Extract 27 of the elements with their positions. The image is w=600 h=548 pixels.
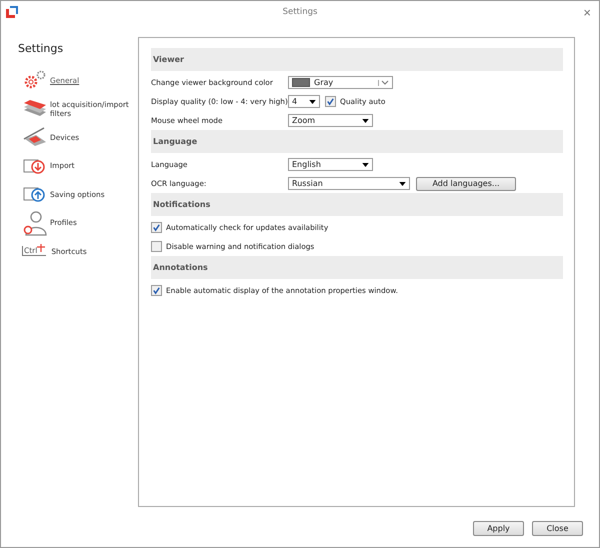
add-languages-button[interactable]: Add languages... — [416, 176, 516, 190]
scanner-icon — [22, 126, 48, 148]
checkbox[interactable] — [151, 222, 162, 233]
section-header: Notifications — [151, 193, 563, 216]
chevron-down-icon — [378, 80, 389, 86]
user-icon — [22, 210, 48, 236]
close-button[interactable]: × — [583, 6, 591, 18]
dropdown[interactable]: Russian — [288, 177, 410, 190]
dropdown[interactable]: Gray — [288, 76, 393, 89]
app-logo-icon — [5, 5, 19, 19]
section-header: Viewer — [151, 48, 563, 71]
dropdown[interactable]: 4 — [288, 95, 320, 108]
apply-button[interactable]: Apply — [473, 520, 524, 536]
dropdown[interactable]: English — [288, 158, 373, 171]
dropdown[interactable]: Zoom — [288, 114, 373, 127]
checkbox[interactable] — [325, 96, 336, 107]
caret-icon — [362, 162, 369, 166]
window-title: Settings — [282, 7, 318, 17]
sidebar-title: Settings — [18, 42, 64, 55]
checkbox[interactable] — [151, 241, 162, 252]
checkbox[interactable] — [151, 285, 162, 296]
caret-icon — [362, 118, 369, 122]
close-dialog-button[interactable]: Close — [532, 520, 583, 536]
caret-icon — [309, 100, 316, 104]
caret-icon — [399, 182, 406, 186]
section-header: Language — [151, 130, 563, 153]
section-header: Annotations — [151, 256, 563, 279]
